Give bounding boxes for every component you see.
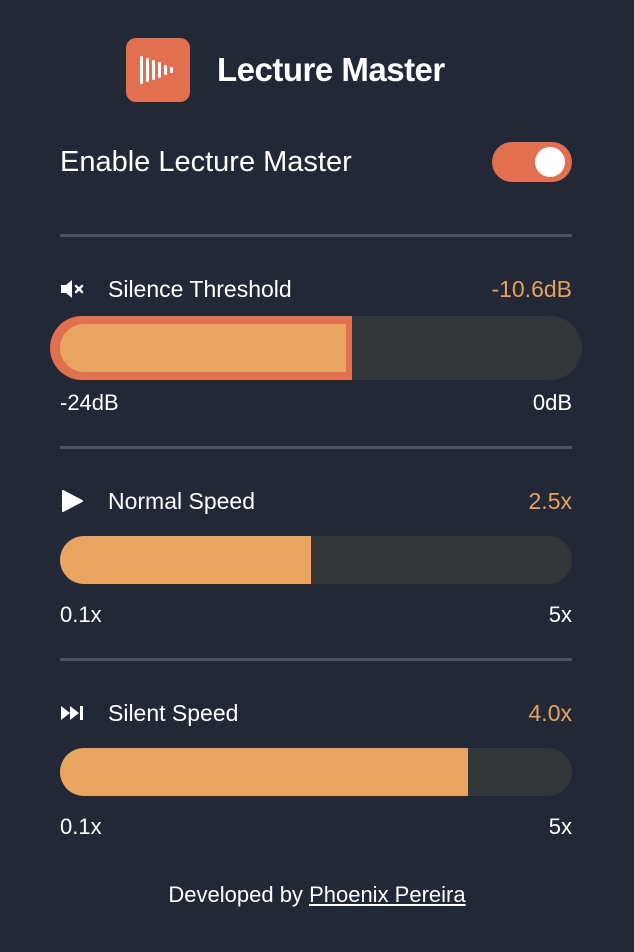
waveform-icon — [126, 38, 190, 102]
divider — [60, 234, 572, 237]
slider-fill — [60, 324, 346, 372]
silent-speed-setting: Silent Speed 4.0x 0.1x 5x — [60, 698, 572, 840]
enable-toggle[interactable] — [492, 142, 572, 182]
setting-name: Normal Speed — [60, 488, 255, 515]
slider-fill — [60, 536, 311, 584]
footer: Developed by Phoenix Pereira — [0, 882, 634, 908]
silence-threshold-setting: Silence Threshold -10.6dB -24dB 0dB — [50, 274, 582, 416]
play-icon — [60, 489, 86, 513]
range-labels: 0.1x 5x — [60, 814, 572, 840]
enable-row: Enable Lecture Master — [60, 140, 572, 184]
range-min-label: -24dB — [60, 390, 119, 415]
setting-value: 4.0x — [528, 699, 572, 726]
range-labels: -24dB 0dB — [60, 390, 572, 416]
app-header: Lecture Master — [126, 38, 445, 102]
setting-name: Silence Threshold — [60, 276, 292, 303]
author-link[interactable]: Phoenix Pereira — [309, 882, 466, 907]
toggle-knob — [535, 147, 565, 177]
setting-header: Silence Threshold -10.6dB — [60, 274, 572, 304]
range-min-label: 0.1x — [60, 602, 102, 627]
setting-label: Normal Speed — [108, 487, 256, 514]
normal-speed-slider[interactable] — [60, 536, 572, 584]
setting-header: Normal Speed 2.5x — [60, 486, 572, 516]
range-max-label: 0dB — [532, 390, 572, 415]
app-title: Lecture Master — [217, 51, 445, 88]
setting-label: Silent Speed — [108, 699, 239, 726]
silence-threshold-slider[interactable] — [50, 316, 582, 380]
setting-header: Silent Speed 4.0x — [60, 698, 572, 728]
footer-prefix: Developed by — [168, 882, 303, 907]
enable-label: Enable Lecture Master — [60, 145, 352, 178]
divider — [60, 658, 572, 661]
range-max-label: 5x — [548, 814, 572, 839]
divider — [60, 446, 572, 449]
setting-value: 2.5x — [528, 487, 572, 514]
setting-name: Silent Speed — [60, 700, 238, 727]
fast-forward-icon — [60, 701, 86, 725]
mute-icon — [60, 277, 86, 301]
normal-speed-setting: Normal Speed 2.5x 0.1x 5x — [60, 486, 572, 628]
setting-label: Silence Threshold — [108, 275, 292, 302]
setting-value: -10.6dB — [491, 275, 572, 302]
range-labels: 0.1x 5x — [60, 602, 572, 628]
silent-speed-slider[interactable] — [60, 748, 572, 796]
range-max-label: 5x — [548, 602, 572, 627]
slider-fill — [60, 748, 468, 796]
range-min-label: 0.1x — [60, 814, 102, 839]
